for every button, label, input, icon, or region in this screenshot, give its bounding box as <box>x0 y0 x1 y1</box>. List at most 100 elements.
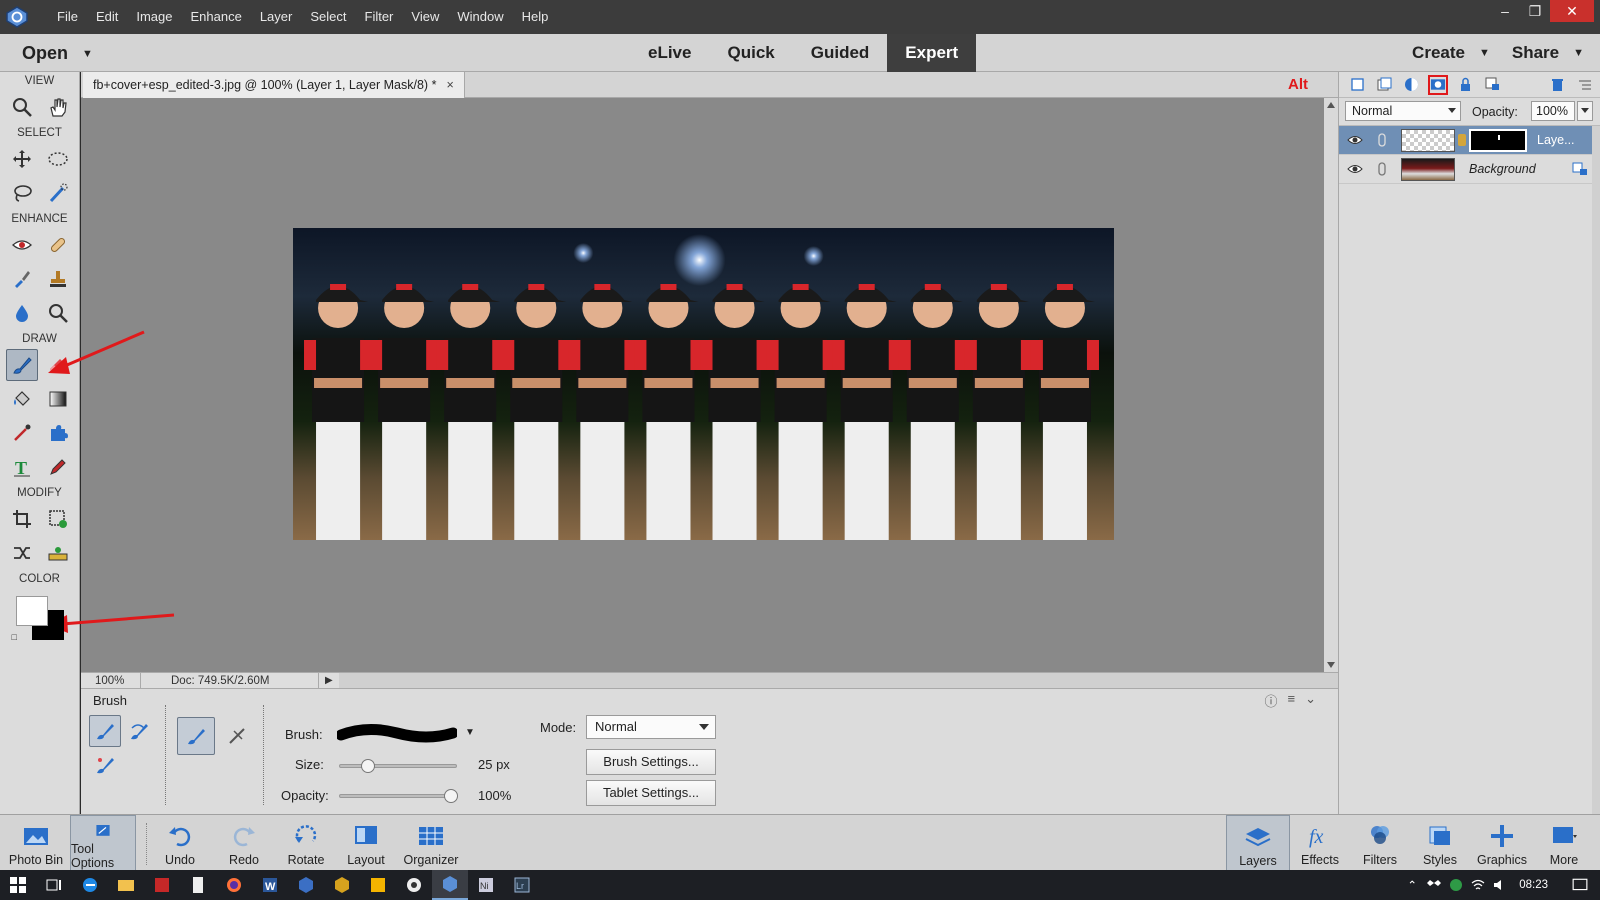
outlook-icon[interactable] <box>360 870 396 900</box>
move-tool[interactable] <box>6 143 38 175</box>
size-slider[interactable] <box>339 759 457 773</box>
nik-icon[interactable]: Ni <box>468 870 504 900</box>
airbrush-mode-button[interactable] <box>221 720 253 752</box>
undo-button[interactable]: Undo <box>148 815 212 871</box>
menu-edit[interactable]: Edit <box>87 0 127 34</box>
lock-transparent-icon[interactable] <box>1482 75 1502 95</box>
mask-link-chain-icon[interactable] <box>1458 134 1466 146</box>
menu-image[interactable]: Image <box>127 0 181 34</box>
smart-brush-tool[interactable] <box>6 263 38 295</box>
steam-icon[interactable] <box>396 870 432 900</box>
firefox-icon[interactable] <box>216 870 252 900</box>
edge-browser-icon[interactable] <box>72 870 108 900</box>
new-layer-icon[interactable] <box>1347 75 1367 95</box>
menu-enhance[interactable]: Enhance <box>182 0 251 34</box>
zoom-tool[interactable] <box>6 91 38 123</box>
acrobat-icon[interactable] <box>144 870 180 900</box>
visibility-eye-icon[interactable] <box>1347 133 1363 147</box>
layout-button[interactable]: Layout <box>334 815 398 871</box>
red-eye-tool[interactable] <box>6 229 38 261</box>
backup-sync-icon[interactable] <box>1445 870 1467 900</box>
file-explorer-icon[interactable] <box>108 870 144 900</box>
panel-menu-icon[interactable]: ≡ <box>1288 691 1296 710</box>
lightroom-icon[interactable]: Lr <box>504 870 540 900</box>
layers-scrollbar[interactable] <box>1592 126 1600 814</box>
canvas-vertical-scrollbar[interactable] <box>1324 98 1338 672</box>
collapse-panel-icon[interactable]: ⌄ <box>1305 691 1316 710</box>
redo-button[interactable]: Redo <box>212 815 276 871</box>
help-icon[interactable]: ⓘ <box>1264 691 1277 710</box>
impressionist-brush-button[interactable] <box>123 715 155 747</box>
brush-preset-preview[interactable] <box>337 721 457 747</box>
layer-link-icon[interactable] <box>1375 133 1389 147</box>
action-center-icon[interactable] <box>1560 870 1600 900</box>
layer-row-layer-1[interactable]: Laye... <box>1339 126 1600 155</box>
content-aware-move-tool[interactable] <box>6 537 38 569</box>
sponge-tool[interactable] <box>42 297 74 329</box>
straighten-tool[interactable] <box>42 537 74 569</box>
menu-layer[interactable]: Layer <box>251 0 302 34</box>
menu-window[interactable]: Window <box>448 0 512 34</box>
layer-row-background[interactable]: Background <box>1339 155 1600 184</box>
layer-opacity-dropdown[interactable] <box>1577 101 1593 121</box>
size-slider-thumb[interactable] <box>360 759 375 773</box>
photo-bin-button[interactable]: Photo Bin <box>4 815 68 871</box>
rotate-button[interactable]: Rotate <box>274 815 338 871</box>
brush-mode-button[interactable] <box>177 717 215 755</box>
brush-preset-dropdown-icon[interactable]: ▼ <box>465 727 475 738</box>
layer-thumbnail[interactable] <box>1401 129 1455 152</box>
layers-panel-menu-icon[interactable] <box>1574 75 1594 95</box>
layer-mask-thumbnail[interactable] <box>1469 129 1527 152</box>
layer-link-icon[interactable] <box>1375 162 1389 176</box>
task-view-icon[interactable] <box>36 870 72 900</box>
more-button[interactable]: More <box>1532 815 1596 871</box>
healing-brush-tool[interactable] <box>42 229 74 261</box>
blur-tool[interactable] <box>6 297 38 329</box>
menu-filter[interactable]: Filter <box>356 0 403 34</box>
word-icon[interactable]: W <box>252 870 288 900</box>
zoom-level-field[interactable]: 100% <box>81 672 141 689</box>
wifi-icon[interactable] <box>1467 870 1489 900</box>
share-button[interactable]: Share ▼ <box>1498 34 1592 74</box>
status-menu-arrow-icon[interactable]: ▶ <box>319 675 339 686</box>
blend-mode-select[interactable]: Normal <box>1345 101 1461 121</box>
elements-organizer-icon[interactable] <box>288 870 324 900</box>
graphics-button[interactable]: Graphics <box>1470 815 1534 871</box>
scroll-down-icon[interactable] <box>1327 662 1335 668</box>
canvas-horizontal-scrollbar[interactable] <box>338 672 1338 689</box>
layer-thumbnail[interactable] <box>1401 158 1455 181</box>
minimize-button[interactable]: – <box>1490 0 1520 22</box>
hand-tool[interactable] <box>42 91 74 123</box>
color-replacement-button[interactable] <box>89 749 121 781</box>
lock-all-icon[interactable] <box>1455 75 1475 95</box>
open-button[interactable]: Open ▼ <box>22 34 93 72</box>
tool-options-button[interactable]: Tool Options <box>70 815 136 871</box>
menu-view[interactable]: View <box>402 0 448 34</box>
adjustment-layer-icon[interactable] <box>1401 75 1421 95</box>
close-tab-icon[interactable]: × <box>446 72 453 98</box>
calculator-icon[interactable] <box>180 870 216 900</box>
custom-shape-tool[interactable] <box>42 417 74 449</box>
brush-option-button[interactable] <box>89 715 121 747</box>
tab-elive[interactable]: eLive <box>630 34 709 72</box>
team-photo-image[interactable] <box>293 228 1114 540</box>
taskbar-clock[interactable]: 08:23 <box>1511 879 1560 891</box>
paint-bucket-tool[interactable] <box>6 383 38 415</box>
canvas-area[interactable] <box>81 98 1324 672</box>
menu-help[interactable]: Help <box>513 0 558 34</box>
document-tab[interactable]: fb+cover+esp_edited-3.jpg @ 100% (Layer … <box>83 72 465 98</box>
menu-select[interactable]: Select <box>301 0 355 34</box>
foreground-color-swatch[interactable] <box>15 596 48 626</box>
tab-quick[interactable]: Quick <box>709 34 792 72</box>
layer-opacity-field[interactable]: 100% <box>1531 101 1575 121</box>
styles-button[interactable]: Styles <box>1408 815 1472 871</box>
organizer-button[interactable]: Organizer <box>396 815 466 871</box>
brush-tool[interactable] <box>5 349 38 381</box>
filters-button[interactable]: Filters <box>1348 815 1412 871</box>
new-group-icon[interactable] <box>1374 75 1394 95</box>
add-layer-mask-icon[interactable] <box>1428 74 1448 95</box>
recompose-tool[interactable] <box>42 503 74 535</box>
opacity-slider[interactable] <box>339 789 458 803</box>
opacity-slider-thumb[interactable] <box>444 789 458 803</box>
brush-settings-button[interactable]: Brush Settings... <box>586 749 716 775</box>
